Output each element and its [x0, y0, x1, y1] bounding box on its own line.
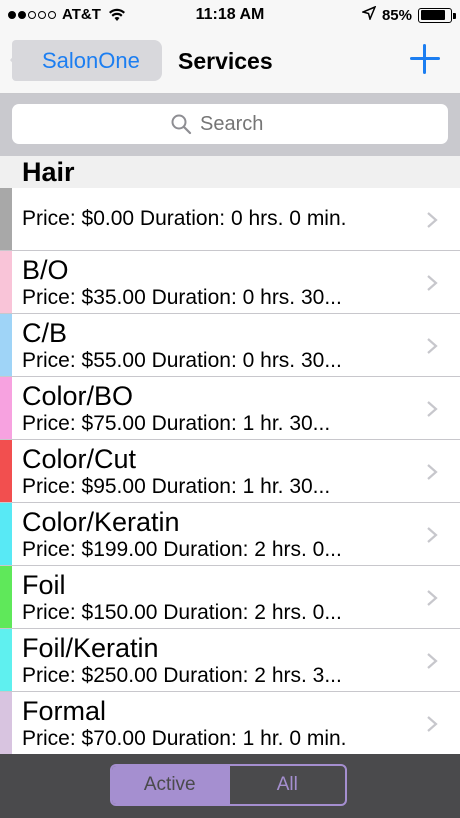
chevron-right-icon — [426, 338, 438, 354]
chevron-right-icon — [426, 401, 438, 417]
service-row[interactable]: Color/Keratin Price: $199.00 Duration: 2 … — [0, 503, 460, 566]
filter-segmented-control: Active All — [110, 764, 347, 806]
add-service-button[interactable] — [410, 44, 440, 74]
service-color-swatch — [0, 314, 12, 376]
service-row[interactable]: B/O Price: $35.00 Duration: 0 hrs. 30... — [0, 251, 460, 314]
search-bar — [0, 94, 460, 156]
service-name: Foil — [22, 570, 66, 600]
service-name: C/B — [22, 318, 68, 348]
back-button[interactable]: SalonOne — [10, 40, 162, 81]
service-color-swatch — [0, 503, 12, 565]
service-row[interactable]: Color/Cut Price: $95.00 Duration: 1 hr. 3… — [0, 440, 460, 503]
service-name: Formal — [22, 696, 107, 726]
service-price-duration: Price: $55.00 Duration: 0 hrs. 30... — [22, 349, 342, 372]
navigation-bar: SalonOne Services — [0, 30, 460, 94]
service-color-swatch — [0, 440, 12, 502]
status-right: 85% — [360, 5, 456, 24]
chevron-right-icon — [426, 464, 438, 480]
service-color-swatch — [0, 251, 12, 313]
service-name: Foil/Keratin — [22, 633, 159, 663]
service-name: Color/Keratin — [22, 507, 180, 537]
service-row[interactable]: Foil Price: $150.00 Duration: 2 hrs. 0... — [0, 566, 460, 629]
location-arrow-icon — [360, 5, 377, 24]
search-field[interactable] — [12, 104, 448, 144]
service-name: Color/Cut — [22, 444, 137, 474]
page-title: Services — [178, 48, 273, 74]
bottom-toolbar: Active All — [0, 754, 460, 818]
battery-icon — [418, 7, 456, 23]
status-bar: AT&T 11:18 AM 85% — [0, 0, 460, 30]
service-price-duration: Price: $250.00 Duration: 2 hrs. 3... — [22, 664, 342, 687]
chevron-right-icon — [426, 275, 438, 291]
service-color-swatch — [0, 692, 12, 754]
section-title: Hair — [22, 157, 75, 187]
service-price-duration: Price: $0.00 Duration: 0 hrs. 0 min. — [22, 207, 347, 230]
service-name: B/O — [22, 255, 69, 285]
chevron-right-icon — [426, 527, 438, 543]
service-price-duration: Price: $70.00 Duration: 1 hr. 0 min. — [22, 727, 347, 750]
segment-active[interactable]: Active — [112, 766, 228, 804]
service-row[interactable]: Foil/Keratin Price: $250.00 Duration: 2 h… — [0, 629, 460, 692]
back-arrow-icon — [10, 40, 28, 81]
chevron-right-icon — [426, 212, 438, 228]
service-name: Color/BO — [22, 381, 134, 411]
back-button-label: SalonOne — [42, 47, 140, 73]
section-header: Hair — [0, 156, 460, 188]
battery-percent: 85% — [381, 6, 412, 24]
service-price-duration: Price: $199.00 Duration: 2 hrs. 0... — [22, 538, 342, 561]
service-color-swatch — [0, 629, 12, 691]
segment-all[interactable]: All — [227, 766, 346, 804]
service-color-swatch — [0, 566, 12, 628]
service-row[interactable]: Color/BO Price: $75.00 Duration: 1 hr. 30… — [0, 377, 460, 440]
service-row[interactable]: C/B Price: $55.00 Duration: 0 hrs. 30... — [0, 314, 460, 377]
service-price-duration: Price: $150.00 Duration: 2 hrs. 0... — [22, 601, 342, 624]
search-input[interactable] — [200, 112, 290, 136]
service-price-duration: Price: $75.00 Duration: 1 hr. 30... — [22, 412, 331, 435]
service-price-duration: Price: $95.00 Duration: 1 hr. 30... — [22, 475, 331, 498]
chevron-right-icon — [426, 590, 438, 606]
services-list: Price: $0.00 Duration: 0 hrs. 0 min. B/O P… — [0, 188, 460, 754]
service-row[interactable]: Price: $0.00 Duration: 0 hrs. 0 min. — [0, 188, 460, 251]
chevron-right-icon — [426, 716, 438, 732]
service-color-swatch — [0, 188, 12, 250]
search-icon — [170, 113, 192, 135]
chevron-right-icon — [426, 653, 438, 669]
service-row[interactable]: Formal Price: $70.00 Duration: 1 hr. 0 mi… — [0, 692, 460, 754]
service-color-swatch — [0, 377, 12, 439]
service-price-duration: Price: $35.00 Duration: 0 hrs. 30... — [22, 286, 342, 309]
